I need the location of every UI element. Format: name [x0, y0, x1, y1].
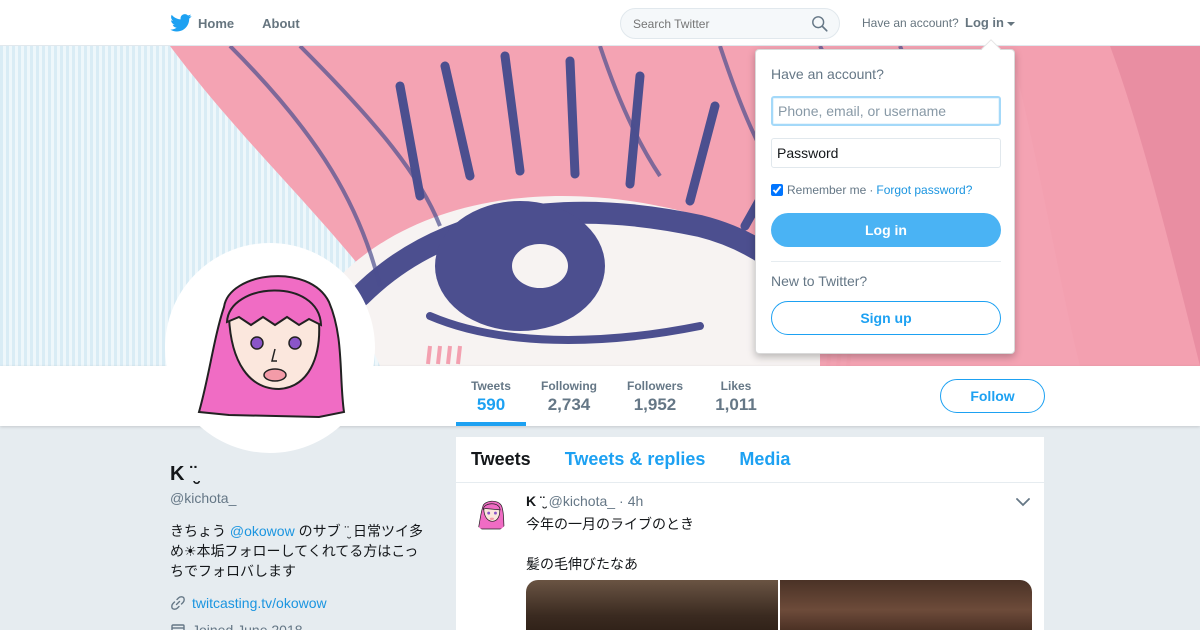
signup-button[interactable]: Sign up — [771, 301, 1001, 335]
tweet-text-blank — [526, 534, 694, 554]
tweet-avatar-illustration — [477, 500, 505, 530]
search-input[interactable] — [621, 9, 801, 38]
tweet-dot-separator: · — [619, 493, 624, 509]
remember-me-label[interactable]: Remember me — [787, 183, 866, 197]
tweet-author-name[interactable]: K ¨̮ — [526, 493, 545, 509]
tweet-header: K ¨̮ @kichota_ · 4h — [526, 493, 643, 509]
profile-avatar[interactable] — [165, 243, 375, 453]
stat-following-label: Following — [541, 379, 597, 393]
stat-likes-value: 1,011 — [715, 395, 757, 414]
calendar-icon — [171, 624, 185, 630]
tweet-photo-2[interactable] — [780, 580, 1032, 630]
remember-me-checkbox[interactable] — [771, 184, 783, 196]
caret-down-icon — [1007, 21, 1015, 26]
have-account-text: Have an account? — [862, 16, 959, 30]
tweet[interactable]: K ¨̮ @kichota_ · 4h 今年の一月のライブのとき 髪の毛伸びたな… — [456, 483, 1044, 630]
stat-following-value: 2,734 — [547, 395, 591, 414]
login-dropdown-title: Have an account? — [771, 66, 884, 82]
profile-name: K ¨̮ — [170, 463, 197, 485]
new-to-twitter-text: New to Twitter? — [771, 273, 868, 289]
stat-likes-label: Likes — [720, 379, 752, 393]
tweet-photo-1[interactable] — [526, 580, 778, 630]
tweet-text-line-2: 髪の毛伸びたなあ — [526, 556, 638, 572]
tweet-media — [526, 580, 1032, 630]
bio-mention-link[interactable]: @okowow — [230, 523, 295, 539]
nav-about[interactable]: About — [262, 16, 300, 31]
forgot-password-link[interactable]: Forgot password? — [876, 183, 972, 197]
search-icon[interactable] — [811, 15, 829, 33]
stat-following[interactable]: Following 2,734 — [538, 366, 600, 426]
login-dropdown-toggle[interactable]: Log in — [965, 15, 1015, 30]
profile-handle[interactable]: @kichota_ — [170, 490, 236, 506]
dropdown-divider — [771, 261, 1001, 262]
timeline-tabs: Tweets Tweets & replies Media — [456, 437, 1044, 483]
tweet-author-handle[interactable]: @kichota_ — [549, 493, 615, 509]
tab-media[interactable]: Media — [739, 449, 790, 470]
avatar-illustration — [197, 275, 346, 419]
tweet-avatar[interactable] — [473, 496, 509, 532]
profile-joined-label: Joined June 2018 — [192, 622, 303, 630]
follow-button[interactable]: Follow — [940, 379, 1045, 413]
stat-tweets[interactable]: Tweets 590 — [456, 366, 526, 426]
profile-website[interactable]: twitcasting.tv/okowow — [170, 595, 327, 611]
tab-tweets[interactable]: Tweets — [471, 449, 531, 470]
username-field[interactable] — [771, 96, 1001, 126]
chevron-down-icon[interactable] — [1016, 497, 1030, 507]
top-navigation-bar: Home About Have an account? Log in — [0, 0, 1200, 46]
remember-separator: · — [869, 183, 874, 197]
stat-followers-label: Followers — [626, 379, 683, 393]
tab-tweets-and-replies[interactable]: Tweets & replies — [565, 449, 706, 470]
nav-home[interactable]: Home — [170, 14, 234, 32]
tweet-text: 今年の一月のライブのとき 髪の毛伸びたなあ — [526, 514, 694, 574]
remember-row: Remember me · Forgot password? — [771, 183, 972, 197]
tweet-text-line-1: 今年の一月のライブのとき — [526, 516, 694, 532]
login-dropdown: Have an account? Remember me · Forgot pa… — [755, 39, 1015, 354]
stat-followers[interactable]: Followers 1,952 — [623, 366, 687, 426]
login-button[interactable]: Log in — [771, 213, 1001, 247]
bio-prefix: きちょう — [170, 523, 230, 539]
login-link-label: Log in — [965, 15, 1004, 30]
link-icon — [171, 596, 185, 610]
stat-tweets-value: 590 — [476, 395, 506, 414]
profile-joined: Joined June 2018 — [170, 622, 303, 630]
profile-bio: きちょう @okowow のサブ ¨̮ 日常ツイ多め☀︎本垢フォローしてくれてる… — [170, 521, 428, 581]
stat-followers-value: 1,952 — [633, 395, 677, 414]
nav-home-label: Home — [198, 15, 235, 31]
search-box — [620, 8, 840, 39]
twitter-bird-icon — [170, 14, 192, 32]
stat-likes[interactable]: Likes 1,011 — [710, 366, 762, 426]
stat-tweets-label: Tweets — [471, 379, 511, 393]
timeline: Tweets Tweets & replies Media K ¨̮ @kich… — [456, 437, 1044, 630]
nav-about-label: About — [262, 15, 300, 31]
password-field[interactable] — [771, 138, 1001, 168]
profile-website-label: twitcasting.tv/okowow — [192, 595, 327, 611]
tweet-timestamp[interactable]: 4h — [628, 493, 644, 509]
nav-left: Home About — [170, 0, 328, 46]
